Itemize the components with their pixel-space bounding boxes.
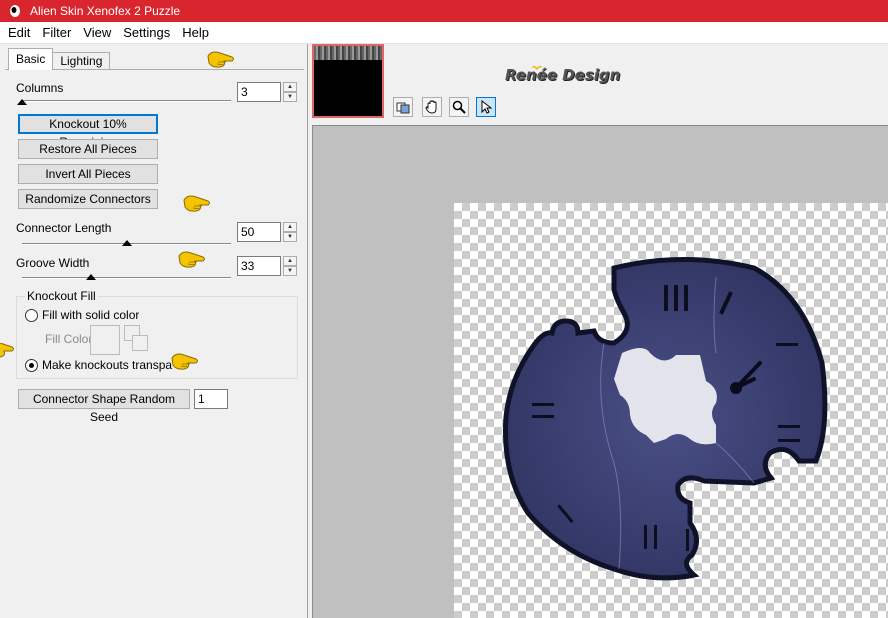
preview-toggle-button[interactable] [393,97,413,117]
groove-width-slider-track[interactable] [22,277,231,279]
hand-pointer-icon [171,353,198,370]
brand-watermark: Renée Design [505,66,621,84]
columns-up-arrow-icon[interactable]: ▲ [283,82,297,92]
hand-pointer-icon [178,251,205,268]
fill-solid-color-label: Fill with solid color [42,308,140,322]
random-seed-button[interactable]: Connector Shape Random Seed [18,389,190,424]
zoom-tool-button[interactable] [449,97,469,117]
basic-tab-content: Columns ▲▼ Knockout 10% Remaining Restor… [5,69,304,614]
swatch-background-icon[interactable] [132,335,148,351]
connector-length-slider-thumb[interactable] [121,240,132,246]
preview-toggle-icon [396,102,410,114]
groove-width-input[interactable] [237,256,281,276]
groove-width-label: Groove Width [16,256,90,270]
tab-lighting[interactable]: Lighting [53,52,111,70]
menu-edit[interactable]: Edit [0,25,36,40]
groove-width-up-arrow-icon[interactable]: ▲ [283,256,297,266]
groove-width-down-arrow-icon[interactable]: ▼ [283,266,297,276]
random-seed-input[interactable] [194,389,228,409]
app-icon [10,5,20,17]
bird-icon [531,66,543,70]
connector-length-down-arrow-icon[interactable]: ▼ [283,232,297,242]
menu-view[interactable]: View [77,25,117,40]
knockout-fill-legend: Knockout Fill [25,289,98,303]
restore-all-pieces-button[interactable]: Restore All Pieces [18,139,158,159]
hand-pointer-icon [207,51,234,68]
connector-length-spinbox: ▲▼ [237,222,297,242]
hand-pointer-icon [0,342,14,358]
puzzle-clock-image [503,257,828,581]
menu-settings[interactable]: Settings [117,25,176,40]
groove-width-slider-thumb[interactable] [85,274,96,280]
menu-bar: Edit Filter View Settings Help [0,22,888,44]
settings-panel: Basic Lighting Columns ▲▼ Knockout 10% R… [0,44,308,618]
columns-slider-track[interactable] [22,100,231,102]
pan-hand-icon [425,100,437,114]
menu-help[interactable]: Help [176,25,215,40]
preview-canvas[interactable] [312,125,888,618]
window-title: Alien Skin Xenofex 2 Puzzle [30,4,181,18]
columns-input[interactable] [237,82,281,102]
fill-color-swatch[interactable] [90,325,120,355]
radio-checked-icon [25,358,38,372]
invert-all-pieces-button[interactable]: Invert All Pieces [18,164,158,184]
fill-color-label: Fill Color [45,332,93,346]
fill-solid-color-radio[interactable]: Fill with solid color [25,308,139,322]
randomize-connectors-button[interactable]: Randomize Connectors [18,189,158,209]
transparent-layer [454,203,888,618]
arrow-select-icon [481,99,493,114]
knockout-fill-group: Knockout Fill Fill with solid color Fill… [16,289,298,379]
menu-filter[interactable]: Filter [36,25,77,40]
columns-slider-thumb[interactable] [17,99,27,105]
columns-spinbox: ▲▼ [237,82,297,102]
radio-unchecked-icon [25,308,38,322]
zoom-icon [452,100,466,114]
select-tool-button[interactable] [476,97,496,117]
make-transparent-radio[interactable]: Make knockouts transparent [25,358,173,372]
columns-label: Columns [16,81,64,95]
connector-length-input[interactable] [237,222,281,242]
navigator-thumbnail[interactable] [312,44,384,118]
tab-strip: Basic Lighting [8,48,111,70]
pan-tool-button[interactable] [422,97,442,117]
groove-width-spinbox: ▲▼ [237,256,297,276]
preview-toolbar-area: Renée Design [309,44,888,124]
hand-pointer-icon [183,195,210,212]
title-bar: Alien Skin Xenofex 2 Puzzle [0,0,888,22]
connector-length-label: Connector Length [16,221,112,235]
knockout-button[interactable]: Knockout 10% Remaining [18,114,158,149]
tab-basic[interactable]: Basic [8,48,54,70]
make-transparent-label: Make knockouts transparent [42,358,173,372]
columns-down-arrow-icon[interactable]: ▼ [283,92,297,102]
connector-length-up-arrow-icon[interactable]: ▲ [283,222,297,232]
